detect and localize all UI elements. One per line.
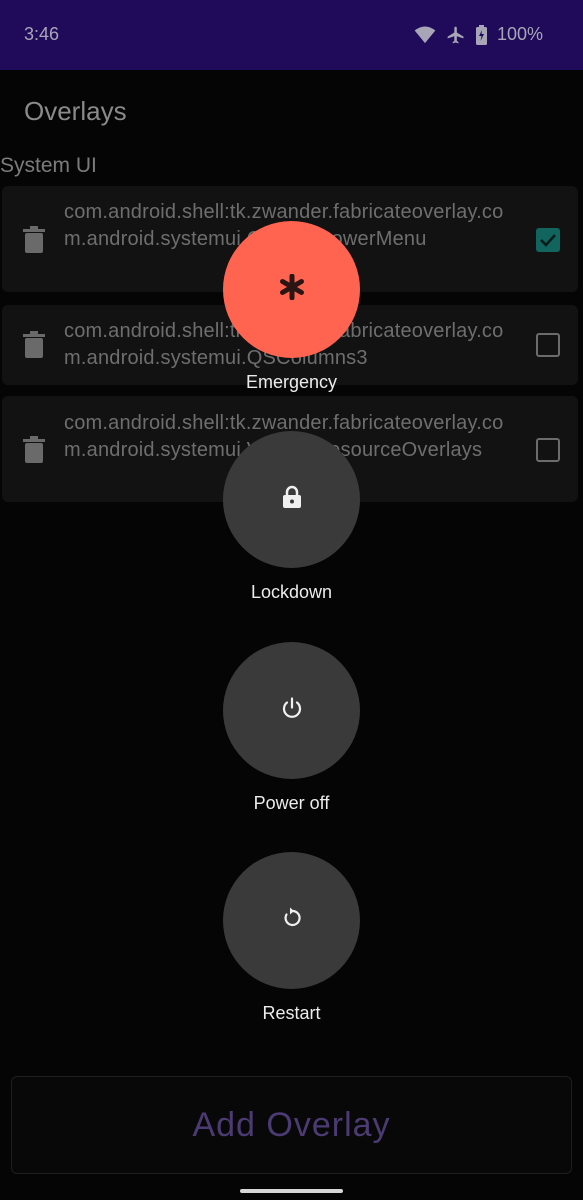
power-off-button[interactable] (223, 642, 360, 779)
restart-label: Restart (262, 1003, 321, 1023)
emergency-button[interactable] (223, 221, 360, 358)
restart-button[interactable] (223, 852, 360, 989)
trash-icon[interactable] (22, 331, 46, 359)
status-bar: 3:46 100% (0, 0, 583, 70)
wifi-icon (414, 25, 436, 44)
overlay-checkbox[interactable] (536, 438, 560, 462)
lockdown-label: Lockdown (250, 582, 333, 602)
power-icon (280, 696, 304, 725)
lockdown-button[interactable] (223, 431, 360, 568)
status-icons: 100% (414, 24, 543, 45)
add-overlay-button[interactable]: Add Overlay (11, 1076, 572, 1174)
emergency-label: Emergency (245, 372, 338, 392)
section-title: System UI (0, 154, 97, 177)
asterisk-icon (279, 273, 305, 305)
page-title: Overlays (24, 96, 127, 126)
airplane-icon (446, 25, 466, 45)
battery-percent: 100% (496, 24, 543, 44)
overlay-checkbox[interactable] (536, 228, 560, 252)
home-indicator[interactable] (240, 1189, 343, 1193)
trash-icon[interactable] (22, 436, 46, 464)
overlay-checkbox[interactable] (536, 333, 560, 357)
status-time: 3:46 (24, 24, 60, 44)
power-off-label: Power off (253, 793, 330, 813)
restart-icon (280, 906, 304, 935)
trash-icon[interactable] (22, 226, 46, 254)
lock-icon (282, 485, 302, 514)
battery-icon (475, 24, 487, 45)
